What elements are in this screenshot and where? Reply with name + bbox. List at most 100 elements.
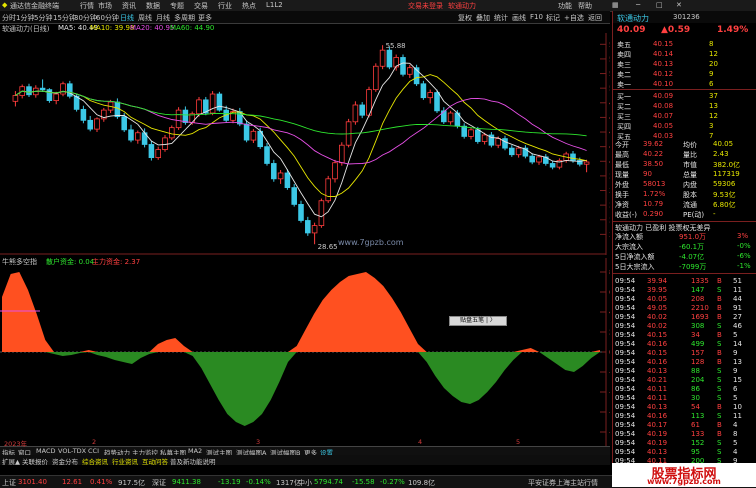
- tick-flag: S: [717, 376, 722, 384]
- tick-price: 40.16: [647, 412, 668, 420]
- bottom-tab-related[interactable]: 关联报价: [22, 456, 48, 466]
- tick-time: 09:54: [615, 439, 636, 447]
- bid-volume: 37: [709, 92, 718, 100]
- period-tab-30min[interactable]: 30分钟: [74, 13, 97, 23]
- tab-vol[interactable]: VOL-TDX: [58, 447, 86, 455]
- menu-item-data[interactable]: 数据: [146, 1, 160, 11]
- menu-item-l1l2[interactable]: L1L2: [266, 1, 283, 9]
- tool-restore-rights[interactable]: 复权: [458, 13, 472, 23]
- ask-price: 40.13: [653, 60, 674, 68]
- price-axis-label: 36.00: [609, 187, 610, 195]
- stat-value: 38.50: [643, 160, 664, 168]
- menu-item-topic[interactable]: 专题: [170, 1, 184, 11]
- bottom-tab-expand[interactable]: 扩展▲: [2, 456, 20, 466]
- price-row: 40.09 ▲0.59 1.49%: [613, 24, 756, 36]
- period-tab-weekly[interactable]: 周线: [138, 13, 152, 23]
- menu-item-trade[interactable]: 交易: [194, 1, 208, 11]
- menu-item-news[interactable]: 资讯: [122, 1, 136, 11]
- tool-mark[interactable]: 标记: [546, 13, 560, 23]
- stat-row: 最低 38.50 市值 382.0亿: [613, 159, 756, 169]
- candle-body: [26, 86, 32, 96]
- fund-label: 5日大宗流入: [615, 263, 655, 271]
- window-minimize-icon[interactable]: ─: [636, 1, 640, 9]
- menu-item-hot[interactable]: 热点: [242, 1, 256, 11]
- tool-back[interactable]: 返回: [588, 13, 602, 23]
- period-tab-15min[interactable]: 15分钟: [53, 13, 76, 23]
- indicator-chart[interactable]: 80.00 60.00 40.00 20.00 0.00 -20.00 -40.00 -60.…: [0, 258, 610, 446]
- price-axis-label: 40.00: [609, 158, 610, 166]
- period-tab-daily[interactable]: 日线: [120, 13, 134, 23]
- period-tab-60min[interactable]: 60分钟: [96, 13, 119, 23]
- period-tab-5min[interactable]: 5分钟: [34, 13, 52, 23]
- five-level-popup[interactable]: 贴盘五笔 | 〉: [449, 316, 507, 326]
- candle-body: [529, 155, 535, 163]
- ask-price: 40.14: [653, 50, 674, 58]
- bottom-tab-features[interactable]: 普及新功能说明: [170, 456, 216, 466]
- menu-item-industry[interactable]: 行业: [218, 1, 232, 11]
- fund-value: -7099万: [679, 263, 707, 271]
- candle-body: [339, 144, 345, 164]
- menu-item-help[interactable]: 帮助: [578, 1, 592, 11]
- period-tab-1min[interactable]: 1分钟: [16, 13, 34, 23]
- tick-flag: S: [717, 340, 722, 348]
- tick-count: 10: [733, 403, 742, 411]
- window-settings-icon[interactable]: ▦: [612, 1, 619, 9]
- tab-macd[interactable]: MACD: [36, 447, 55, 455]
- menu-item-quote[interactable]: 行情: [80, 1, 94, 11]
- bottom-tab-news[interactable]: 综合资讯: [82, 456, 108, 466]
- ask-volume: 6: [709, 80, 714, 88]
- menu-item-market[interactable]: 市场: [98, 1, 112, 11]
- fund-row: 大宗流入 -60.1万 -0%: [613, 241, 756, 251]
- tick-volume: 308: [691, 322, 705, 330]
- tool-stats[interactable]: 统计: [494, 13, 508, 23]
- period-tab-monthly[interactable]: 月线: [156, 13, 170, 23]
- tab-cci[interactable]: CCI: [88, 447, 99, 455]
- candle-body: [128, 129, 134, 141]
- tick-time: 09:54: [615, 448, 636, 456]
- ask-row: 卖二 40.12 9: [613, 69, 756, 79]
- candle-body: [332, 162, 338, 180]
- tick-count: 5: [733, 439, 738, 447]
- tick-price: 39.94: [647, 277, 668, 285]
- last-price: 40.09: [617, 25, 646, 35]
- bottom-tab-industry-news[interactable]: 行业资讯: [112, 456, 138, 466]
- window-close-icon[interactable]: ✕: [676, 1, 682, 9]
- indicator-axis-label: 0.00: [609, 349, 610, 357]
- bottom-tab-qa[interactable]: 互动问答: [142, 456, 168, 466]
- tick-flag: B: [717, 358, 722, 366]
- menu-item-function[interactable]: 功能: [558, 1, 572, 11]
- period-tab-timeshare[interactable]: 分时: [2, 13, 16, 23]
- stat-row: 收益(-) 0.290 PE(动) -: [613, 209, 756, 219]
- app-logo-icon: ◆: [2, 1, 8, 9]
- tick-flag: B: [717, 313, 722, 321]
- bottom-tab-fund-dist[interactable]: 资金分布: [52, 456, 78, 466]
- candle-body: [373, 65, 379, 91]
- tick-list[interactable]: 09:54 39.94 1335 B 51 09:54 39.95 147 S 11 09:54 40…: [613, 273, 756, 465]
- tick-count: 8: [733, 430, 738, 438]
- tool-f10[interactable]: F10: [530, 13, 543, 21]
- index-sh-change: 12.61: [62, 478, 83, 486]
- tool-add-favorite[interactable]: +自选: [564, 13, 584, 23]
- candle-body: [121, 116, 127, 131]
- period-tab-more[interactable]: 更多: [198, 13, 212, 23]
- tick-time: 09:54: [615, 367, 636, 375]
- candle-body: [12, 95, 19, 102]
- price-pct: 1.49%: [717, 25, 749, 35]
- fund-pct: -0%: [737, 242, 751, 250]
- tool-overlay[interactable]: 叠加: [476, 13, 490, 23]
- tick-volume: 34: [691, 331, 700, 339]
- tick-volume: 113: [691, 412, 705, 420]
- candle-body: [379, 49, 386, 67]
- tick-time: 09:54: [615, 340, 636, 348]
- tab-ma2[interactable]: MA2: [188, 447, 202, 455]
- tick-price: 40.05: [647, 295, 668, 303]
- kline-chart[interactable]: 56.00 54.00 52.00 50.00 48.00 46.00 44.00 42.00…: [0, 33, 610, 255]
- indicator-axis-label: 80.00: [609, 269, 610, 277]
- candle-body: [162, 137, 168, 150]
- login-notice[interactable]: 交易未登录: [408, 1, 443, 11]
- tool-draw[interactable]: 画线: [512, 13, 526, 23]
- period-tab-multi[interactable]: 多周期: [174, 13, 195, 23]
- ma10-label: MA10: 39.98: [90, 24, 135, 32]
- indicator-axis-label: -40.00: [609, 389, 610, 397]
- window-maximize-icon[interactable]: □: [656, 1, 663, 9]
